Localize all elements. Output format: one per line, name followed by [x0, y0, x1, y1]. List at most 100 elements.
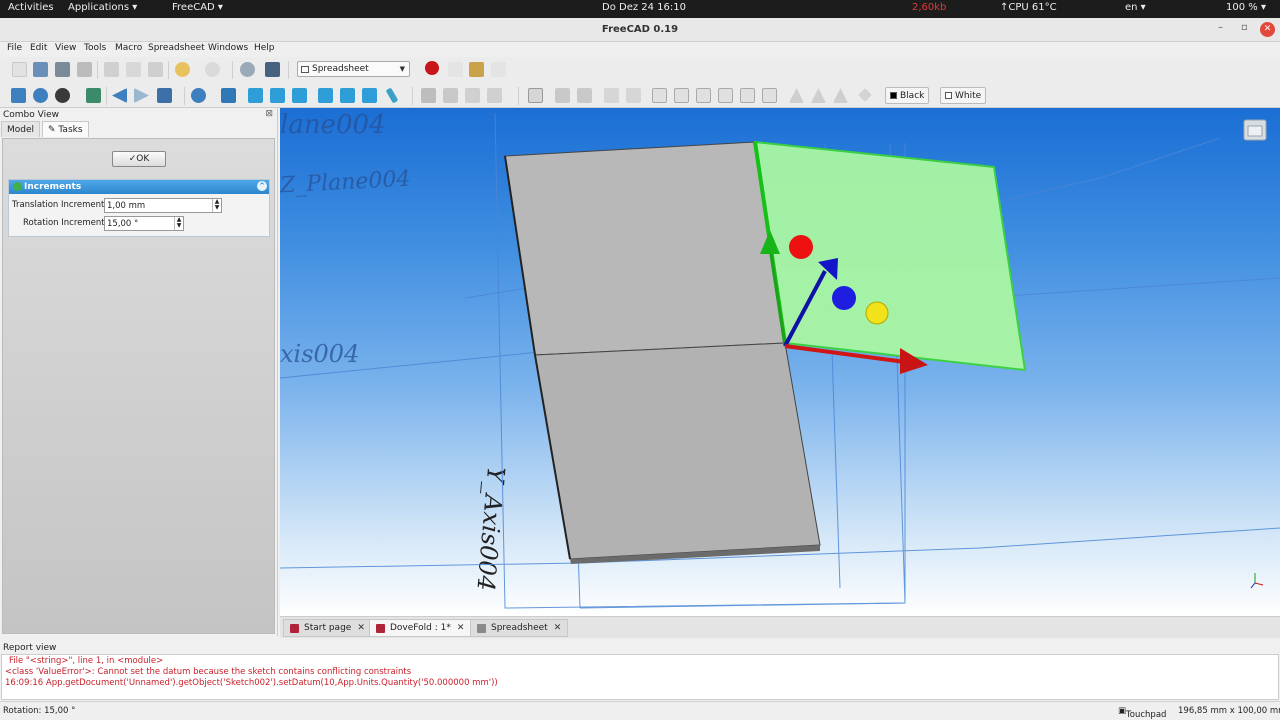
print-icon[interactable] [77, 62, 92, 77]
top-view-icon[interactable] [270, 88, 285, 103]
bounding-box-icon[interactable] [86, 88, 101, 103]
spin-arrows-icon[interactable]: ▲ ▼ [174, 217, 183, 230]
collapse-icon[interactable]: ^ [257, 181, 267, 191]
std-views-icon[interactable] [157, 88, 172, 103]
combo-view: Combo View ⊠ Model ✎ Tasks ✓OK Increment… [0, 108, 278, 636]
align-bottom-icon[interactable] [762, 88, 777, 103]
tab-model[interactable]: Model [1, 121, 41, 137]
increments-panel: Increments ^ Translation Increment: 1,00… [8, 179, 270, 237]
paste-icon[interactable] [148, 62, 163, 77]
menu-file[interactable]: File [7, 43, 22, 53]
align-right-icon[interactable] [696, 88, 711, 103]
export-sheet-icon[interactable] [577, 88, 592, 103]
menu-macro[interactable]: Macro [115, 43, 142, 53]
menu-edit[interactable]: Edit [30, 43, 47, 53]
front-view-icon[interactable] [248, 88, 263, 103]
menu-view[interactable]: View [55, 43, 76, 53]
view-toolbar: Black White [0, 83, 1280, 108]
workbench-selector[interactable]: Spreadsheet ▼ [297, 61, 410, 77]
open-file-icon[interactable] [33, 62, 48, 77]
align-left-icon[interactable] [652, 88, 667, 103]
task-panel: ✓OK Increments ^ Translation Increment: … [2, 138, 275, 634]
draw-style-icon[interactable] [55, 88, 70, 103]
menu-bar: File Edit View Tools Macro Spreadsheet W… [0, 42, 1280, 56]
zoom-icon[interactable] [191, 88, 206, 103]
3d-viewport[interactable]: lane004 Z_Plane004 xis004 Y_Axis004 [280, 108, 1280, 616]
navigation-style-button[interactable]: ▣ Touchpad [1118, 706, 1166, 720]
split-cell-icon[interactable] [626, 88, 641, 103]
bold-text-icon[interactable] [789, 88, 804, 103]
align-top-icon[interactable] [718, 88, 733, 103]
close-window-button[interactable]: ✕ [1260, 22, 1275, 37]
rotation-increment-label: Rotation Increment: [23, 218, 108, 228]
clock[interactable]: Do Dez 24 16:10 [602, 2, 686, 13]
import-sheet-icon[interactable] [555, 88, 570, 103]
back-arrow-icon[interactable] [112, 88, 127, 103]
copy-icon[interactable] [126, 62, 141, 77]
refresh-icon[interactable] [240, 62, 255, 77]
menu-tools[interactable]: Tools [84, 43, 106, 53]
part-icon[interactable] [421, 88, 436, 103]
wrench-icon: ✎ [48, 125, 56, 135]
activities-button[interactable]: Activities [8, 2, 54, 13]
menu-windows[interactable]: Windows [208, 43, 248, 53]
bottom-view-icon[interactable] [340, 88, 355, 103]
minimize-icon[interactable]: – [1218, 22, 1223, 33]
close-tab-icon[interactable]: ✕ [457, 623, 465, 633]
report-line: <class 'ValueError'>: Cannot set the dat… [5, 667, 412, 677]
link-actions-icon[interactable] [487, 88, 502, 103]
applications-menu[interactable]: Applications ▾ [68, 2, 137, 13]
freecad-icon [376, 624, 385, 633]
maximize-icon[interactable]: ▫ [1241, 22, 1248, 33]
increments-header[interactable]: Increments ^ [9, 180, 269, 194]
background-color-button[interactable]: White [940, 87, 987, 104]
right-view-icon[interactable] [292, 88, 307, 103]
save-icon[interactable] [55, 62, 70, 77]
underline-text-icon[interactable] [833, 88, 848, 103]
tab-spreadsheet[interactable]: Spreadsheet ✕ [470, 619, 569, 637]
close-panel-icon[interactable]: ⊠ [265, 109, 273, 119]
record-macro-button[interactable] [425, 61, 439, 75]
group-icon[interactable] [443, 88, 458, 103]
set-alias-icon[interactable] [857, 87, 873, 103]
menu-help[interactable]: Help [254, 43, 275, 53]
fit-all-icon[interactable] [11, 88, 26, 103]
close-tab-icon[interactable]: ✕ [554, 623, 562, 633]
left-view-icon[interactable] [362, 88, 377, 103]
menu-spreadsheet[interactable]: Spreadsheet [148, 43, 205, 53]
create-sheet-icon[interactable] [528, 88, 543, 103]
3d-scene[interactable] [280, 108, 1280, 616]
ok-button[interactable]: ✓OK [112, 151, 166, 167]
rear-view-icon[interactable] [318, 88, 333, 103]
execute-macro-icon[interactable] [491, 62, 506, 77]
link-icon[interactable] [465, 88, 480, 103]
whats-this-icon[interactable] [265, 62, 280, 77]
tab-tasks[interactable]: ✎ Tasks [42, 121, 89, 137]
align-center-icon[interactable] [674, 88, 689, 103]
undo-icon[interactable] [175, 62, 190, 77]
macro-editor-icon[interactable] [469, 62, 484, 77]
close-tab-icon[interactable]: ✕ [357, 623, 365, 633]
italic-text-icon[interactable] [811, 88, 826, 103]
tab-dovefold[interactable]: DoveFold : 1* ✕ [369, 619, 472, 637]
fit-selection-icon[interactable] [33, 88, 48, 103]
rotation-increment-input[interactable]: 15,00 ° ▲ ▼ [104, 216, 184, 231]
rotate-y-ball [865, 301, 889, 325]
spin-arrows-icon[interactable]: ▲ ▼ [212, 199, 221, 212]
report-output[interactable]: File "<string>", line 1, in <module> <cl… [1, 654, 1279, 700]
forward-arrow-icon[interactable] [134, 88, 149, 103]
app-menu[interactable]: FreeCAD ▾ [172, 2, 223, 13]
redo-icon[interactable] [205, 62, 220, 77]
align-vcenter-icon[interactable] [740, 88, 755, 103]
translation-increment-input[interactable]: 1,00 mm ▲ ▼ [104, 198, 222, 213]
tab-start-page[interactable]: Start page ✕ [283, 619, 372, 637]
stop-macro-icon[interactable] [448, 62, 463, 77]
language-menu[interactable]: en ▾ [1125, 2, 1146, 13]
cut-icon[interactable] [104, 62, 119, 77]
isometric-view-icon[interactable] [221, 88, 236, 103]
measure-icon[interactable] [385, 87, 399, 104]
merge-cells-icon[interactable] [604, 88, 619, 103]
new-file-icon[interactable] [12, 62, 27, 77]
foreground-color-button[interactable]: Black [885, 87, 930, 104]
battery-status[interactable]: 100 % ▾ [1226, 2, 1266, 13]
